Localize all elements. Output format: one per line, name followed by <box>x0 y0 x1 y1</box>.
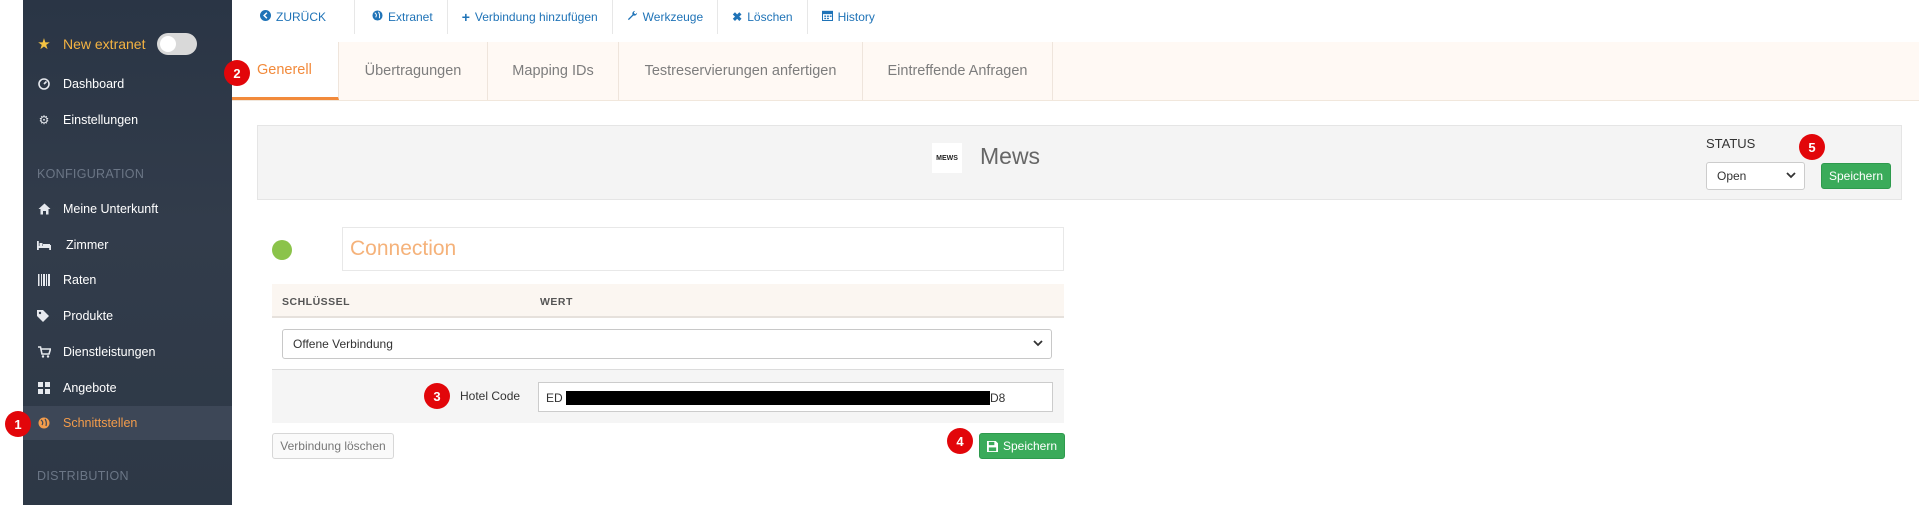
sidebar-item-label: Einstellungen <box>63 113 139 127</box>
connection-type-value: Offene Verbindung <box>293 337 393 351</box>
tab-bar: Generell Übertragungen Mapping IDs Testr… <box>232 42 1919 101</box>
connection-save-label: Speichern <box>1002 439 1058 453</box>
history-label: History <box>837 10 875 24</box>
annotation-badge-1: 1 <box>5 411 31 437</box>
plus-icon: + <box>461 9 470 25</box>
sidebar-item-schnittstellen[interactable]: Schnittstellen <box>23 406 232 440</box>
history-button[interactable]: History <box>808 0 889 34</box>
sidebar: ★ New extranet Dashboard ⚙ Einstellungen… <box>23 0 232 505</box>
annotation-badge-5: 5 <box>1799 134 1825 160</box>
back-label: ZURÜCK <box>276 10 326 24</box>
delete-connection-button[interactable]: Verbindung löschen <box>272 433 394 459</box>
tab-eintreffende-anfragen[interactable]: Eintreffende Anfragen <box>863 42 1053 100</box>
section-distribution: DISTRIBUTION <box>37 469 129 483</box>
mews-logo: MEWS <box>932 143 962 173</box>
globe-icon <box>37 416 51 430</box>
new-extranet-label: New extranet <box>63 36 146 52</box>
sidebar-item-label: Dienstleistungen <box>63 345 156 359</box>
sidebar-item-zimmer[interactable]: Zimmer <box>23 228 232 262</box>
hotel-code-suffix: D8 <box>990 391 1006 405</box>
tab-uebertragungen[interactable]: Übertragungen <box>339 42 488 100</box>
column-value: WERT <box>540 296 573 308</box>
hotel-code-label: Hotel Code <box>460 389 521 403</box>
close-icon: ✖ <box>732 10 743 24</box>
wrench-icon <box>627 10 638 24</box>
annotation-badge-3: 3 <box>424 383 450 409</box>
chevron-down-icon <box>1786 170 1796 183</box>
table-row: Hotel Code ED D8 <box>272 370 1064 423</box>
connection-title: Connection <box>350 237 457 260</box>
status-label: STATUS <box>1706 136 1756 151</box>
sidebar-item-einstellungen[interactable]: ⚙ Einstellungen <box>23 103 232 137</box>
sidebar-item-label: Raten <box>63 273 97 287</box>
star-icon: ★ <box>37 36 51 53</box>
sidebar-item-label: Schnittstellen <box>63 416 138 430</box>
status-value: Open <box>1717 169 1747 183</box>
sidebar-item-dashboard[interactable]: Dashboard <box>23 67 232 101</box>
grid-icon <box>37 381 51 395</box>
status-select[interactable]: Open <box>1706 162 1805 190</box>
table-row: Offene Verbindung <box>272 318 1064 370</box>
hotel-code-redaction <box>566 391 990 405</box>
tab-testreservierungen[interactable]: Testreservierungen anfertigen <box>619 42 863 100</box>
connection-type-select[interactable]: Offene Verbindung <box>282 329 1052 359</box>
section-konfiguration: KONFIGURATION <box>37 167 145 181</box>
header-save-button[interactable]: Speichern <box>1821 163 1891 189</box>
barcode-icon <box>37 273 51 287</box>
connection-status-dot <box>272 240 292 260</box>
hotel-code-input[interactable]: ED D8 <box>538 382 1053 412</box>
home-icon <box>37 202 51 216</box>
back-button[interactable]: ZURÜCK <box>232 0 355 34</box>
tools-button[interactable]: Werkzeuge <box>613 0 719 34</box>
add-connection-button[interactable]: + Verbindung hinzufügen <box>448 0 613 34</box>
sidebar-item-label: Meine Unterkunft <box>63 202 159 216</box>
dashboard-icon <box>37 77 51 91</box>
tools-label: Werkzeuge <box>642 10 704 24</box>
table-header: SCHLÜSSEL WERT <box>272 284 1064 318</box>
sidebar-item-dienstleistungen[interactable]: Dienstleistungen <box>23 335 232 369</box>
tags-icon <box>37 309 51 323</box>
delete-button[interactable]: ✖ Löschen <box>718 0 808 34</box>
bed-icon <box>37 238 51 252</box>
sidebar-item-new-extranet: ★ New extranet <box>23 27 232 61</box>
annotation-badge-4: 4 <box>947 428 973 454</box>
save-icon <box>986 440 998 452</box>
sidebar-item-angebote[interactable]: Angebote <box>23 371 232 405</box>
globe-icon <box>372 10 383 24</box>
add-connection-label: Verbindung hinzufügen <box>474 10 598 24</box>
chevron-down-icon <box>1033 338 1043 351</box>
sidebar-item-raten[interactable]: Raten <box>23 263 232 297</box>
hotel-code-prefix: ED <box>546 391 563 405</box>
new-extranet-toggle[interactable] <box>157 33 198 55</box>
page-title: Mews <box>980 143 1041 169</box>
delete-label: Löschen <box>747 10 793 24</box>
calendar-icon <box>821 10 833 24</box>
annotation-badge-2: 2 <box>224 60 250 86</box>
arrow-left-circle-icon <box>260 10 271 24</box>
gear-icon: ⚙ <box>38 113 50 127</box>
cart-icon <box>37 345 51 359</box>
connection-save-button[interactable]: Speichern <box>979 433 1065 459</box>
sidebar-item-produkte[interactable]: Produkte <box>23 299 232 333</box>
sidebar-item-label: Angebote <box>63 381 117 395</box>
sidebar-item-label: Dashboard <box>63 77 125 91</box>
tab-mapping-ids[interactable]: Mapping IDs <box>488 42 619 100</box>
extranet-label: Extranet <box>388 10 433 24</box>
header-panel: MEWS Mews STATUS Open Speichern <box>257 125 1902 200</box>
connection-title-box: Connection <box>342 227 1064 271</box>
toolbar: ZURÜCK Extranet + Verbindung hinzufügen … <box>232 0 1919 42</box>
sidebar-item-label: Produkte <box>63 309 114 323</box>
sidebar-item-meine-unterkunft[interactable]: Meine Unterkunft <box>23 192 232 226</box>
column-key: SCHLÜSSEL <box>282 296 351 308</box>
sidebar-item-label: Zimmer <box>66 238 109 252</box>
extranet-button[interactable]: Extranet <box>355 0 448 34</box>
